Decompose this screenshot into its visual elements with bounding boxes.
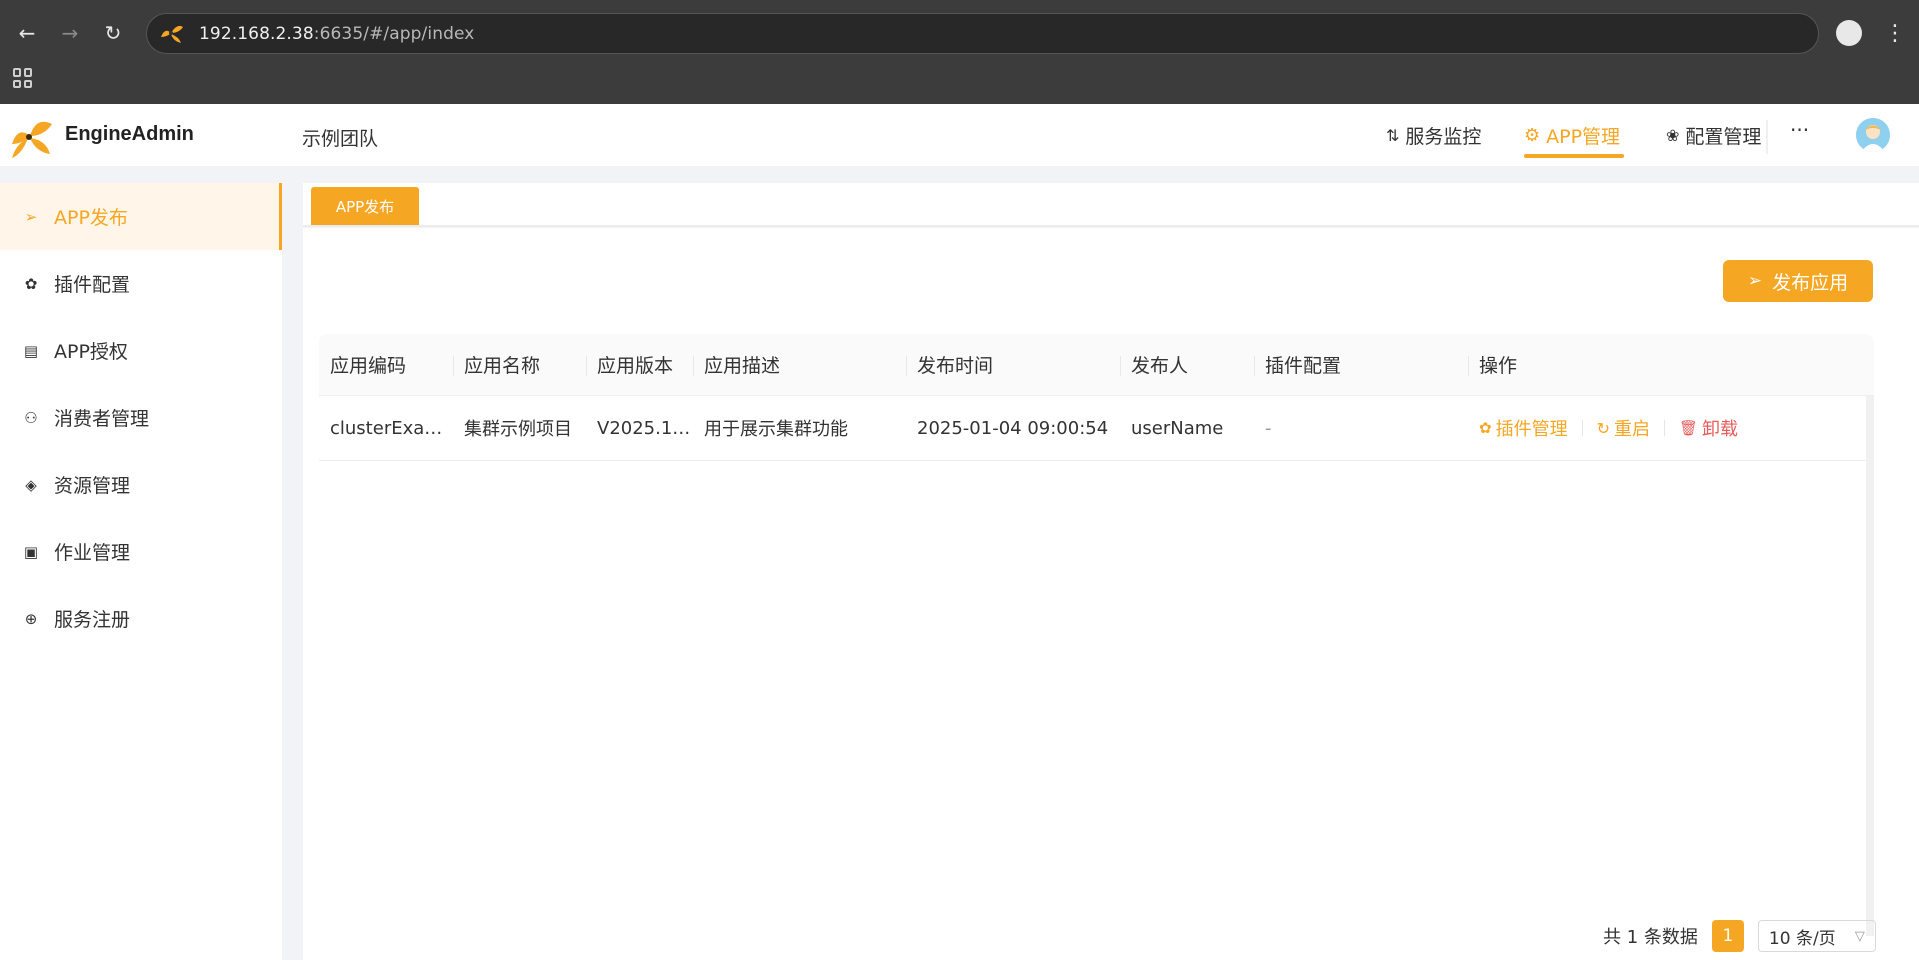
user-avatar-icon [1856,118,1890,152]
nav-label: APP管理 [1546,125,1621,148]
restart-link[interactable]: ↻ 重启 [1597,415,1650,441]
address-text: 192.168.2.38:6635/#/app/index [199,23,475,44]
job-icon: ▣ [23,542,39,561]
col-header-version: 应用版本 [586,334,693,396]
table-row: clusterExam... 集群示例项目 V2025.1.... 用于展示集群… [319,396,1874,461]
op-divider [1663,420,1665,436]
user-add-icon: ⊕ [24,609,38,628]
sidebar-item-job[interactable]: ▣ 作业管理 [0,518,282,585]
page-size-value: 10 条/页 [1768,928,1836,949]
cell-publisher: userName [1131,417,1224,439]
table-header: 应用编码 应用名称 应用版本 应用描述 发布时间 发布人 插件配置 操作 [319,334,1874,396]
pager-page-1[interactable]: 1 [1711,920,1744,952]
tab-app-publish[interactable]: APP发布 [311,187,419,225]
address-bar[interactable]: 192.168.2.38:6635/#/app/index [146,13,1819,54]
tab-bar: APP发布 [303,183,1919,227]
logo-icon [12,121,52,158]
col-header-ops: 操作 [1468,334,1874,396]
app-header: EngineAdmin 示例团队 ⇅ 服务监控 ⚙ APP管理 ❀ 配置管理 ·… [0,104,1919,166]
op-divider [1581,420,1583,436]
chevron-down-icon: ▽ [1854,928,1865,944]
col-header-plugin: 插件配置 [1254,334,1468,396]
browser-chrome: ← → ↻ 192.168.2.38:6635/#/app/index ⋮ [0,0,1919,104]
col-header-name: 应用名称 [453,334,586,396]
forward-arrow-icon[interactable]: → [55,18,85,48]
table-scrollbar[interactable] [1866,396,1874,936]
back-arrow-icon[interactable]: ← [12,18,42,48]
sidebar-item-consumer[interactable]: ⚇ 消费者管理 [0,384,282,451]
op-label: 插件管理 [1495,419,1568,440]
avatar[interactable] [1856,118,1890,152]
send-icon: ➢ [24,207,38,226]
op-label: 重启 [1613,419,1650,440]
sidebar: ➢ APP发布 ✿ 插件配置 ▤ APP授权 ⚇ 消费者管理 ◈ 资源管理 ▣ … [0,183,282,960]
pagination: 共 1 条数据 1 10 条/页 ▽ [1603,920,1876,952]
cell-name: 集群示例项目 [464,419,572,440]
sidebar-item-app-publish[interactable]: ➢ APP发布 [0,183,282,250]
plugin-icon: ✿ [24,274,38,293]
col-header-time: 发布时间 [906,334,1120,396]
send-icon: ➢ [1747,271,1763,291]
page-size-select[interactable]: 10 条/页 ▽ [1757,920,1876,952]
sidebar-item-app-license[interactable]: ▤ APP授权 [0,317,282,384]
trash-icon: 🗑 [1678,419,1699,437]
sidebar-item-label: APP发布 [54,207,128,229]
team-selector[interactable]: 示例团队 [302,124,378,151]
cell-ops: ✿ 插件管理 ↻ 重启 🗑 卸载 [1468,415,1874,441]
sidebar-item-label: 资源管理 [54,475,131,497]
active-nav-indicator [1524,154,1624,158]
sidebar-item-plugin-config[interactable]: ✿ 插件配置 [0,250,282,317]
app-table: 应用编码 应用名称 应用版本 应用描述 发布时间 发布人 插件配置 操作 clu… [319,334,1874,461]
sidebar-item-label: 消费者管理 [54,408,150,430]
refresh-icon: ↻ [1596,418,1610,438]
cell-code: clusterExam... [330,417,453,439]
consumer-icon: ⚇ [24,408,38,427]
plugin-manage-link[interactable]: ✿ 插件管理 [1479,415,1568,441]
more-nav-button[interactable]: ··· [1790,118,1809,142]
col-header-code: 应用编码 [330,355,407,377]
sidebar-item-label: APP授权 [54,341,128,363]
license-icon: ▤ [23,341,39,360]
sidebar-item-label: 服务注册 [54,609,131,631]
cell-desc: 用于展示集群功能 [704,419,848,440]
layers-icon: ◈ [25,475,37,494]
publish-app-label: 发布应用 [1772,271,1849,294]
plugin-icon: ✿ [1479,419,1492,437]
nav-label: 服务监控 [1405,125,1482,148]
sidebar-item-resource[interactable]: ◈ 资源管理 [0,451,282,518]
cell-time: 2025-01-04 09:00:54 [917,417,1109,439]
nav-label: 配置管理 [1685,125,1762,148]
op-label: 卸载 [1702,419,1739,440]
profile-icon[interactable] [1836,20,1862,46]
main-content: ➢ 发布应用 应用编码 应用名称 应用版本 应用描述 发布时间 发布人 插件配置… [303,228,1919,960]
cell-version: V2025.1.... [597,417,693,439]
nav-config-management[interactable]: ❀ 配置管理 [1666,122,1761,148]
sidebar-item-service-register[interactable]: ⊕ 服务注册 [0,585,282,652]
nav-app-management[interactable]: ⚙ APP管理 [1524,122,1620,148]
site-favicon-icon [161,25,183,43]
col-header-desc: 应用描述 [693,334,906,396]
monitor-icon: ⇅ [1386,125,1400,145]
cell-plugin: - [1265,417,1272,439]
nav-service-monitor[interactable]: ⇅ 服务监控 [1386,122,1481,148]
sidebar-item-label: 作业管理 [54,542,131,564]
pager-total: 共 1 条数据 [1603,927,1698,948]
publish-app-button[interactable]: ➢ 发布应用 [1723,260,1873,302]
col-header-publisher: 发布人 [1120,334,1254,396]
brand-name: EngineAdmin [65,123,194,145]
config-cluster-icon: ❀ [1666,125,1680,145]
sidebar-item-label: 插件配置 [54,274,131,296]
apps-grid-icon[interactable] [13,68,33,88]
gear-icon: ⚙ [1524,124,1541,146]
uninstall-link[interactable]: 🗑 卸载 [1679,415,1738,441]
kebab-menu-icon[interactable]: ⋮ [1880,18,1910,48]
nav-divider [1766,120,1768,154]
reload-icon[interactable]: ↻ [98,18,128,48]
